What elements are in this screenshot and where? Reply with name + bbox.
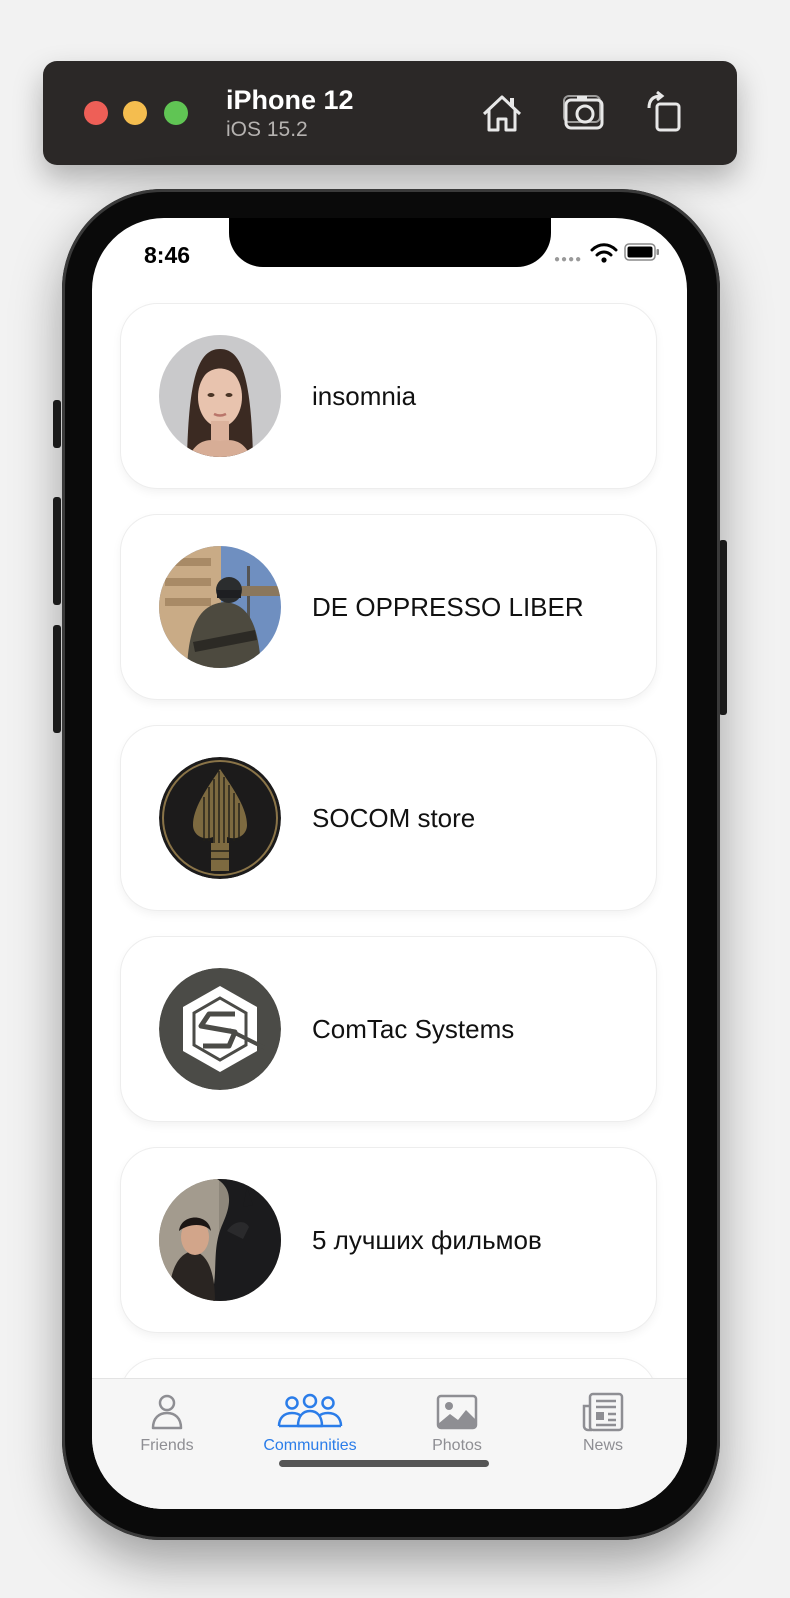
- communities-list[interactable]: insomnia DE OPPRESSO LIBER SOCOM store C…: [92, 218, 687, 1509]
- device-name: iPhone 12: [226, 85, 354, 115]
- movie-scene-avatar: [159, 1179, 281, 1301]
- portrait-avatar: [159, 335, 281, 457]
- community-name: 5 лучших фильмов: [312, 1225, 542, 1255]
- minimize-window-button[interactable]: [123, 101, 147, 125]
- mute-switch: [53, 400, 61, 448]
- home-icon[interactable]: [479, 90, 525, 136]
- status-time: 8:46: [144, 242, 191, 268]
- tab-news[interactable]: News: [528, 1379, 678, 1469]
- tab-label: Photos: [432, 1437, 482, 1454]
- tab-label: Friends: [140, 1437, 194, 1454]
- tab-photos[interactable]: Photos: [382, 1379, 532, 1469]
- tab-communities[interactable]: Communities: [235, 1379, 385, 1469]
- community-card[interactable]: SOCOM store: [121, 726, 656, 910]
- screenshot-icon[interactable]: [562, 90, 608, 136]
- tab-label: Communities: [263, 1437, 357, 1454]
- hexagon-logo-avatar: [159, 968, 281, 1090]
- battery-icon: [624, 243, 660, 261]
- simulator-toolbar: [43, 61, 737, 165]
- community-name: insomnia: [312, 381, 417, 411]
- volume-up-button: [53, 497, 61, 605]
- notch: [229, 218, 551, 267]
- newspaper-icon: [580, 1392, 626, 1432]
- community-card[interactable]: ComTac Systems: [121, 937, 656, 1121]
- volume-down-button: [53, 625, 61, 733]
- community-name: SOCOM store: [312, 803, 476, 833]
- wifi-icon: [590, 242, 618, 264]
- close-window-button[interactable]: [84, 101, 108, 125]
- photo-icon: [434, 1392, 480, 1432]
- tab-friends[interactable]: Friends: [92, 1379, 242, 1469]
- person-icon: [144, 1392, 190, 1432]
- spearhead-emblem-avatar: [159, 757, 281, 879]
- soldier-avatar: [159, 546, 281, 668]
- tab-bar: Friends Communities Photos News: [92, 1379, 687, 1509]
- power-button: [719, 540, 727, 715]
- zoom-window-button[interactable]: [164, 101, 188, 125]
- phone-screen: insomnia DE OPPRESSO LIBER SOCOM store C…: [92, 218, 687, 1509]
- community-name: ComTac Systems: [312, 1014, 515, 1044]
- home-indicator[interactable]: [279, 1460, 489, 1467]
- os-version: iOS 15.2: [226, 118, 308, 141]
- community-card[interactable]: DE OPPRESSO LIBER: [121, 515, 656, 699]
- community-card[interactable]: insomnia: [121, 304, 656, 488]
- rotate-icon[interactable]: [643, 90, 689, 136]
- community-name: DE OPPRESSO LIBER: [312, 592, 584, 622]
- tab-label: News: [582, 1437, 623, 1454]
- community-card[interactable]: 5 лучших фильмов: [121, 1148, 656, 1332]
- signal-icon: ●●●●: [554, 254, 583, 265]
- group-icon: [275, 1392, 345, 1432]
